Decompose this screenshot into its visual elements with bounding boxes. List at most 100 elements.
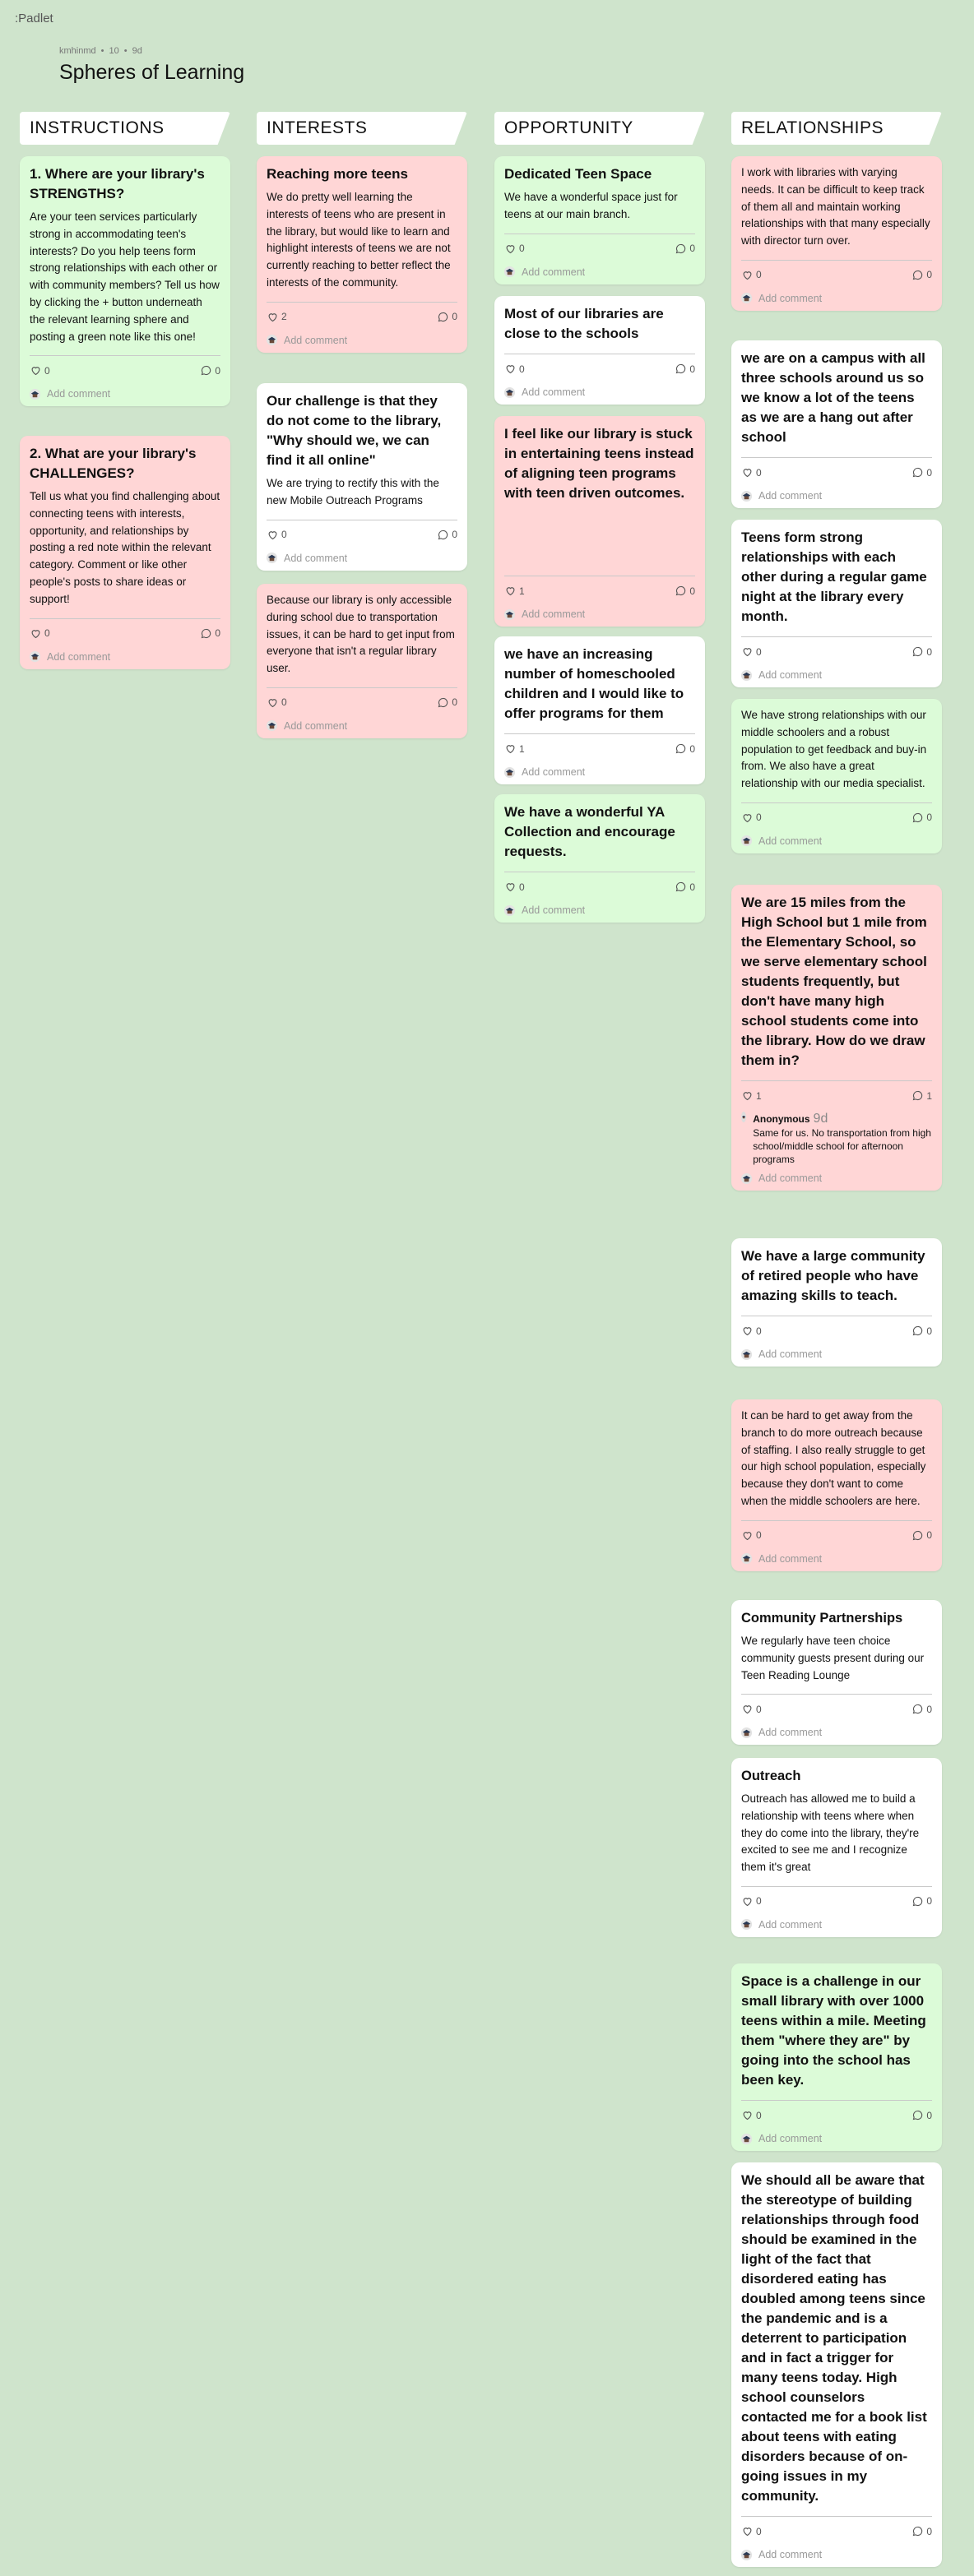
post-card[interactable]: I feel like our library is stuck in ente… [494,416,705,627]
like-button[interactable]: 0 [504,243,525,255]
comment-count[interactable]: 0 [911,812,932,824]
user-avatar-icon [267,553,277,564]
add-comment[interactable]: Add comment [504,386,695,398]
add-comment[interactable]: Add comment [741,1553,932,1565]
comment-count[interactable]: 0 [437,529,457,541]
post-card[interactable]: Because our library is only accessible d… [257,584,467,738]
like-button[interactable]: 0 [741,1703,762,1715]
like-button[interactable]: 0 [30,627,50,640]
like-button[interactable]: 0 [741,2109,762,2121]
like-button[interactable]: 1 [504,742,525,755]
add-comment[interactable]: Add comment [741,2133,932,2144]
comment-count[interactable]: 0 [437,311,457,323]
post-card[interactable]: We have a wonderful YA Collection and en… [494,794,705,923]
board-author[interactable]: kmhinmd [59,46,96,56]
add-comment[interactable]: Add comment [267,335,457,346]
add-comment[interactable]: Add comment [741,1919,932,1931]
add-comment[interactable]: Add comment [741,1172,932,1184]
add-comment[interactable]: Add comment [30,388,220,400]
comment-count[interactable]: 0 [675,243,695,255]
like-button[interactable]: 0 [741,812,762,824]
post-card[interactable]: I work with libraries with varying needs… [731,156,942,311]
like-button[interactable]: 0 [267,529,287,541]
comment-count[interactable]: 0 [911,466,932,479]
like-button[interactable]: 0 [741,1529,762,1542]
column-header[interactable]: INSTRUCTIONS [20,112,230,145]
like-button[interactable]: 1 [741,1089,762,1102]
add-comment[interactable]: Add comment [741,490,932,502]
comment-count[interactable]: 0 [911,645,932,658]
comment-count[interactable]: 0 [911,2525,932,2537]
heart-icon [506,365,515,374]
comment-bubble-icon [913,1530,923,1541]
post-card[interactable]: It can be hard to get away from the bran… [731,1399,942,1571]
column-header[interactable]: INTERESTS [257,112,467,145]
post-card[interactable]: We should all be aware that the stereoty… [731,2162,942,2567]
like-button[interactable]: 0 [741,466,762,479]
comment-count[interactable]: 0 [675,881,695,893]
column-header[interactable]: OPPORTUNITY [494,112,705,145]
like-button[interactable]: 0 [504,363,525,375]
column-instructions: INSTRUCTIONS 1. Where are your library's… [20,112,230,669]
add-comment[interactable]: Add comment [741,669,932,681]
user-avatar-icon [741,490,752,502]
comment-count[interactable]: 0 [911,1895,932,1908]
padlet-logo[interactable]: :Padlet [15,12,53,25]
comment-count[interactable]: 0 [200,364,220,377]
column-header[interactable]: RELATIONSHIPS [731,112,942,145]
like-button[interactable]: 0 [741,269,762,281]
post-card[interactable]: Teens form strong relationships with eac… [731,520,942,687]
post-card[interactable]: Our challenge is that they do not come t… [257,383,467,571]
add-comment[interactable]: Add comment [504,266,695,278]
comment-count[interactable]: 0 [200,627,220,640]
comment-bubble-icon [676,881,686,892]
like-button[interactable]: 2 [267,311,287,323]
post-body: Because our library is only accessible d… [267,594,455,675]
add-comment[interactable]: Add comment [741,1727,932,1738]
add-comment[interactable]: Add comment [504,608,695,620]
comment-count[interactable]: 0 [911,1703,932,1715]
post-card[interactable]: 1. Where are your library's STRENGTHS? A… [20,156,230,407]
comment-count[interactable]: 0 [675,742,695,755]
like-button[interactable]: 0 [741,1325,762,1337]
like-button[interactable]: 0 [504,881,525,893]
heart-icon [31,629,40,638]
post-card[interactable]: 2. What are your library's CHALLENGES? T… [20,436,230,669]
post-card[interactable]: We have a large community of retired peo… [731,1238,942,1367]
comment-count[interactable]: 1 [911,1089,932,1102]
add-comment[interactable]: Add comment [267,553,457,564]
comment-count[interactable]: 0 [911,1325,932,1337]
like-button[interactable]: 0 [30,364,50,377]
like-button[interactable]: 1 [504,585,525,597]
board-title: Spheres of Learning [59,61,245,84]
like-button[interactable]: 0 [741,2525,762,2537]
post-reactions: 2 0 [267,301,457,323]
post-card[interactable]: We are 15 miles from the High School but… [731,885,942,1191]
add-comment[interactable]: Add comment [741,293,932,304]
post-card[interactable]: Dedicated Teen Space We have a wonderful… [494,156,705,284]
post-card[interactable]: Community Partnerships We regularly have… [731,1600,942,1746]
add-comment[interactable]: Add comment [30,651,220,663]
add-comment[interactable]: Add comment [741,835,932,847]
post-card[interactable]: we have an increasing number of homescho… [494,636,705,784]
post-card[interactable]: Space is a challenge in our small librar… [731,1963,942,2151]
comment-count[interactable]: 0 [911,1529,932,1542]
comment-count[interactable]: 0 [675,363,695,375]
comment-count[interactable]: 0 [911,2109,932,2121]
like-button[interactable]: 0 [741,645,762,658]
add-comment[interactable]: Add comment [267,720,457,732]
add-comment[interactable]: Add comment [741,2549,932,2560]
comment-count[interactable]: 0 [437,696,457,709]
post-card[interactable]: Reaching more teens We do pretty well le… [257,156,467,353]
post-card[interactable]: We have strong relationships with our mi… [731,699,942,853]
post-card[interactable]: we are on a campus with all three school… [731,340,942,508]
post-card[interactable]: Outreach Outreach has allowed me to buil… [731,1758,942,1937]
add-comment[interactable]: Add comment [504,904,695,916]
like-button[interactable]: 0 [267,696,287,709]
post-card[interactable]: Most of our libraries are close to the s… [494,296,705,405]
add-comment[interactable]: Add comment [741,1348,932,1360]
like-button[interactable]: 0 [741,1895,762,1908]
comment-count[interactable]: 0 [911,269,932,281]
comment-count[interactable]: 0 [675,585,695,597]
add-comment[interactable]: Add comment [504,766,695,778]
